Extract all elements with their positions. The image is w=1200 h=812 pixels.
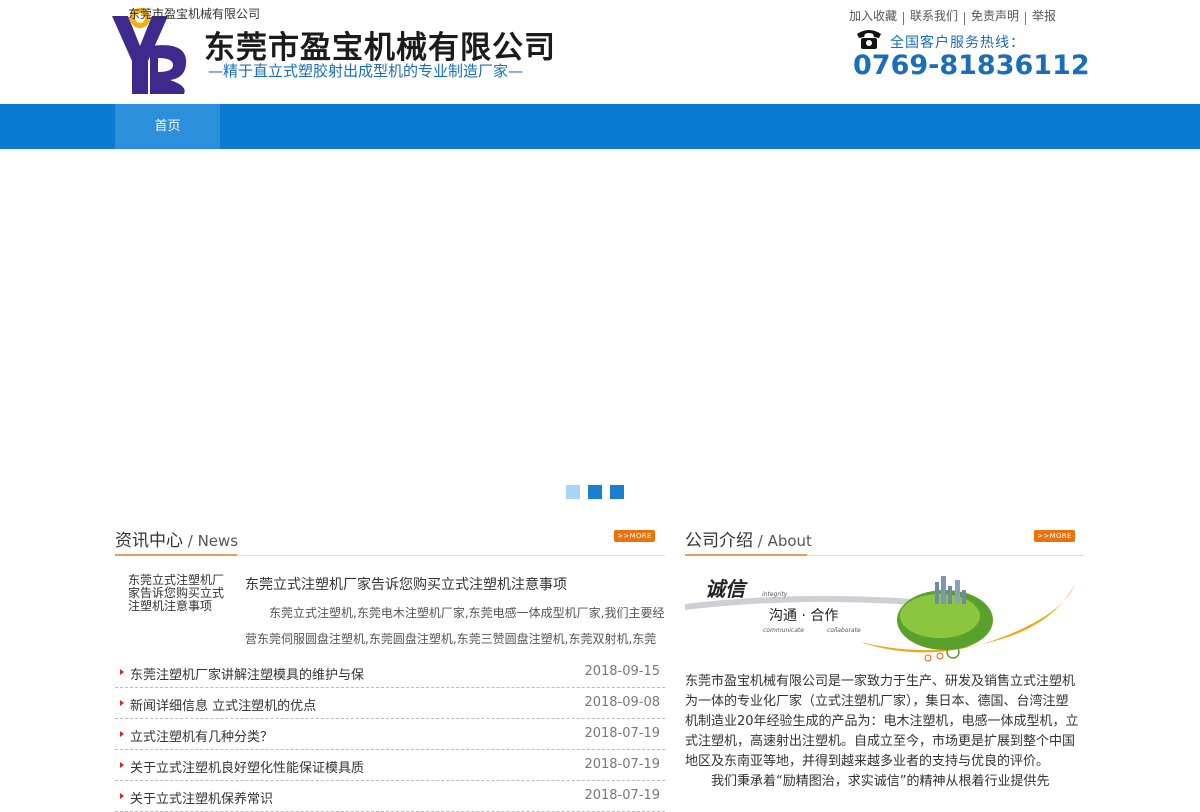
news-list-item[interactable]: 东莞注塑机厂家讲解注塑模具的维护与保 2018-09-15: [115, 657, 665, 688]
report-link[interactable]: 举报: [1026, 7, 1062, 24]
news-list-item[interactable]: 新闻详细信息 立式注塑机的优点 2018-09-08: [115, 688, 665, 719]
about-section-title: 公司介绍 / About: [685, 526, 812, 554]
news-divider-accent: [115, 554, 237, 556]
slider-dot-1[interactable]: [566, 485, 580, 499]
slider-dot-3[interactable]: [610, 485, 624, 499]
news-list-item[interactable]: 关于立式注塑机良好塑化性能保证模具质 2018-07-19: [115, 750, 665, 781]
news-item-date: 2018-09-15: [584, 664, 660, 679]
logo-alt-text: 东莞市盈宝机械有限公司: [128, 7, 261, 21]
company-slogan: —精于直立式塑胶射出成型机的专业制造厂家—: [208, 62, 524, 80]
about-paragraph-2: 我们秉承着“励精图治，求实诚信”的精神从根着行业提供先: [711, 774, 1050, 789]
news-list: 东莞注塑机厂家讲解注塑模具的维护与保 2018-09-15 新闻详细信息 立式注…: [115, 657, 665, 812]
news-item-date: 2018-09-08: [584, 695, 660, 710]
slider-dots: [566, 485, 624, 499]
news-title-en: / News: [183, 532, 239, 550]
bullet-arrow-icon: [120, 762, 124, 768]
news-section-title: 资讯中心 / News: [115, 526, 238, 554]
news-divider: [115, 554, 665, 556]
about-paragraph: 东莞市盈宝机械有限公司是一家致力于生产、研发及销售立式注塑机为一体的专业化厂家（…: [685, 674, 1079, 769]
about-image-en-text-1: integrity: [762, 591, 788, 598]
about-image-en-text-3: collaborate: [827, 627, 861, 634]
bullet-arrow-icon: [120, 793, 124, 799]
news-item-title[interactable]: 东莞注塑机厂家讲解注塑模具的维护与保: [130, 664, 364, 683]
contact-us-link[interactable]: 联系我们: [904, 7, 964, 24]
about-title: 公司介绍: [685, 531, 753, 551]
bullet-arrow-icon: [120, 700, 124, 706]
hotline-label: 全国客户服务热线：: [890, 35, 1025, 51]
about-divider-accent: [685, 554, 807, 556]
news-item-title[interactable]: 新闻详细信息 立式注塑机的优点: [130, 695, 316, 714]
featured-news-desc: 东莞立式注塑机,东莞电木注塑机厂家,东莞电感一体成型机厂家,我们主要经营东莞伺服…: [245, 606, 665, 646]
news-item-title[interactable]: 关于立式注塑机保养常识: [130, 788, 273, 807]
news-item-title[interactable]: 立式注塑机有几种分类？: [130, 726, 273, 745]
bullet-arrow-icon: [120, 731, 124, 737]
about-paragraph-block: 东莞市盈宝机械有限公司是一家致力于生产、研发及销售立式注塑机为一体的专业化厂家（…: [685, 672, 1080, 792]
top-links: 加入收藏 联系我们 免责声明 举报: [843, 6, 1062, 25]
news-more-button[interactable]: >>MORE: [614, 530, 655, 542]
add-favorite-link[interactable]: 加入收藏: [843, 7, 903, 24]
page: 东莞市盈宝机械有限公司 东莞市盈宝机械有限公司 —精于直立式塑胶射出成型机的专业…: [0, 0, 1200, 812]
banner-slider: [0, 149, 1200, 505]
about-image-main-text: 诚信: [705, 577, 748, 601]
hotline-number: 0769-81836112: [853, 50, 1090, 81]
phone-icon: [857, 30, 881, 49]
bullet-arrow-icon: [120, 669, 124, 675]
about-title-en: / About: [753, 532, 812, 550]
slider-dot-2[interactable]: [588, 485, 602, 499]
nav-item-home[interactable]: 首页: [115, 104, 220, 149]
news-item-title[interactable]: 关于立式注塑机良好塑化性能保证模具质: [130, 757, 364, 776]
featured-news-title[interactable]: 东莞立式注塑机厂家告诉您购买立式注塑机注意事项: [245, 574, 567, 594]
header: 东莞市盈宝机械有限公司 东莞市盈宝机械有限公司 —精于直立式塑胶射出成型机的专业…: [0, 0, 1200, 104]
featured-news-thumb[interactable]: 东莞立式注塑机厂家告诉您购买立式注塑机注意事项: [128, 574, 230, 613]
news-item-date: 2018-07-19: [584, 757, 660, 772]
main-nav: 首页: [0, 104, 1200, 149]
about-image-sub-text: 沟通 · 合作: [769, 608, 838, 624]
about-banner-image: 诚信 integrity 沟通 · 合作 communicate collabo…: [685, 572, 1080, 664]
news-item-date: 2018-07-19: [584, 726, 660, 741]
news-list-item[interactable]: 立式注塑机有几种分类？ 2018-07-19: [115, 719, 665, 750]
news-title: 资讯中心: [115, 531, 183, 551]
about-image-en-text-2: communicate: [763, 627, 804, 634]
about-divider: [685, 554, 1085, 556]
news-item-date: 2018-07-19: [584, 788, 660, 803]
news-list-item[interactable]: 关于立式注塑机保养常识 2018-07-19: [115, 781, 665, 812]
disclaimer-link[interactable]: 免责声明: [965, 7, 1025, 24]
about-more-button[interactable]: >>MORE: [1034, 530, 1075, 542]
